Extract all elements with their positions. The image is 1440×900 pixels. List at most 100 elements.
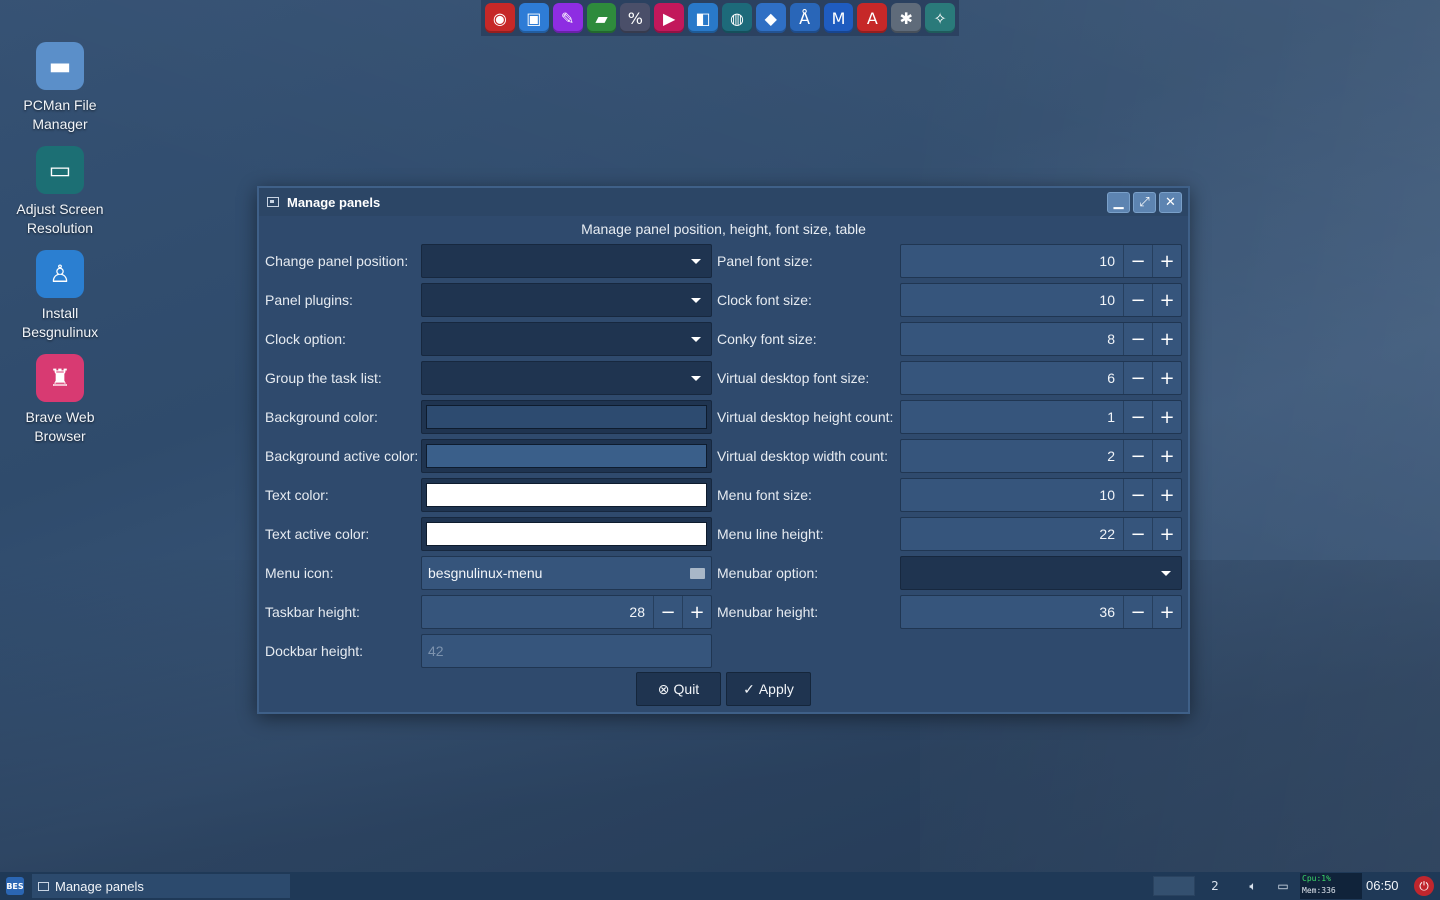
taskbar-height-decrement-button[interactable]: −	[653, 596, 682, 628]
virtual-desktop-width-count-decrement-button[interactable]: −	[1123, 440, 1152, 472]
settings-gears-app-icon[interactable]: ✱	[891, 3, 922, 33]
clock-option-dropdown[interactable]	[421, 322, 712, 356]
screen-capture-app-icon[interactable]: ▣	[518, 3, 549, 33]
text-active-color-picker[interactable]	[421, 517, 712, 551]
apply-button[interactable]: ✓ Apply	[726, 672, 811, 706]
background-color-picker[interactable]	[421, 400, 712, 434]
desktop-icon-install-besgnulinux-icon: ♙	[36, 250, 84, 298]
apply-button-label: Apply	[758, 681, 794, 697]
menu-font-size-increment-button[interactable]: +	[1152, 479, 1181, 511]
virtual-desktop-width-count-increment-button[interactable]: +	[1152, 440, 1181, 472]
web-browser-app-icon[interactable]: ◍	[722, 3, 752, 33]
notes-app-icon[interactable]: ▰	[586, 3, 617, 33]
taskbar-clock[interactable]: 06:50	[1366, 872, 1399, 900]
store-bag-app-icon[interactable]: ◆	[755, 3, 786, 33]
menu-font-size-spinner[interactable]: 10 − +	[900, 478, 1182, 512]
menu-icon-value: besgnulinux-menu	[428, 565, 543, 581]
panel-font-size-spinner[interactable]: 10 − +	[900, 244, 1182, 278]
clock-font-size-spinner[interactable]: 10 − +	[900, 283, 1182, 317]
menubar-height-spinner[interactable]: 36 − +	[900, 595, 1182, 629]
label-conky-font-size: Conky font size:	[717, 331, 817, 347]
label-virtual-desktop-font-size: Virtual desktop font size:	[717, 370, 870, 386]
virtual-desktop-font-size-decrement-button[interactable]: −	[1123, 362, 1152, 394]
panel-plugins-dropdown[interactable]	[421, 283, 712, 317]
virtual-desktop-height-count-spinner[interactable]: 1 − +	[900, 400, 1182, 434]
conky-font-size-value[interactable]: 8	[901, 331, 1123, 347]
desktop-icon-adjust-screen-resolution-icon: ▭	[36, 146, 84, 194]
display-icon[interactable]: ▭	[1273, 872, 1293, 900]
taskbar-height-spinner[interactable]: 28 − +	[421, 595, 712, 629]
maximize-button[interactable]: ⤢	[1133, 191, 1156, 213]
virtual-desktop-width-count-spinner[interactable]: 2 − +	[900, 439, 1182, 473]
panel-font-size-decrement-button[interactable]: −	[1123, 245, 1152, 277]
group-task-list-dropdown[interactable]	[421, 361, 712, 395]
taskbar-task-manage-panels[interactable]: Manage panels	[32, 874, 290, 898]
background-active-color-picker[interactable]	[421, 439, 712, 473]
text-editor-app-icon[interactable]: ✎	[552, 3, 583, 33]
music-app-icon[interactable]: M	[823, 3, 854, 33]
desktop-icon-install-besgnulinux[interactable]: ♙ Install Besgnulinux	[8, 250, 112, 342]
folder-icon[interactable]	[690, 568, 705, 579]
window-titlebar[interactable]: Manage panels ▁ ⤢ ✕	[259, 188, 1188, 216]
workspace-pager-2[interactable]: 2	[1205, 872, 1225, 900]
close-icon: ✕	[1165, 194, 1176, 210]
label-virtual-desktop-height-count: Virtual desktop height count:	[717, 409, 894, 425]
virtual-desktop-font-size-spinner[interactable]: 6 − +	[900, 361, 1182, 395]
minimize-button[interactable]: ▁	[1107, 191, 1130, 213]
cpu-usage: Cpu:1%	[1302, 874, 1331, 883]
virtual-desktop-height-count-value[interactable]: 1	[901, 409, 1123, 425]
text-color-swatch	[426, 483, 707, 507]
media-player-app-icon[interactable]: ▶	[654, 3, 685, 33]
checkmark-icon: ✓	[743, 680, 755, 697]
virtual-desktop-height-count-increment-button[interactable]: +	[1152, 401, 1181, 433]
menu-line-height-increment-button[interactable]: +	[1152, 518, 1181, 550]
menubar-option-dropdown[interactable]	[900, 556, 1182, 590]
text-color-picker[interactable]	[421, 478, 712, 512]
desktop-icon-pcman-file-manager[interactable]: ▬ PCMan File Manager	[8, 42, 112, 134]
desktop-icon-brave-web-browser[interactable]: ♜ Brave Web Browser	[8, 354, 112, 446]
conky-font-size-decrement-button[interactable]: −	[1123, 323, 1152, 355]
power-button[interactable]: ⏻	[1414, 876, 1434, 896]
panel-font-size-value[interactable]: 10	[901, 253, 1123, 269]
cleaner-broom-app-icon[interactable]: ✧	[925, 3, 956, 33]
conky-font-size-increment-button[interactable]: +	[1152, 323, 1181, 355]
clock-font-size-decrement-button[interactable]: −	[1123, 284, 1152, 316]
virtual-desktop-width-count-value[interactable]: 2	[901, 448, 1123, 464]
menu-line-height-spinner[interactable]: 22 − +	[900, 517, 1182, 551]
quit-button[interactable]: ⊗ Quit	[636, 672, 721, 706]
document-viewer-app-icon[interactable]: ◧	[688, 3, 718, 33]
panel-position-dropdown[interactable]	[421, 244, 712, 278]
chevron-down-icon	[691, 336, 701, 342]
installer-app-icon[interactable]: Å	[789, 3, 820, 33]
menu-line-height-decrement-button[interactable]: −	[1123, 518, 1152, 550]
menu-font-size-decrement-button[interactable]: −	[1123, 479, 1152, 511]
label-dockbar-height: Dockbar height:	[265, 643, 364, 659]
menubar-height-decrement-button[interactable]: −	[1123, 596, 1152, 628]
conky-font-size-spinner[interactable]: 8 − +	[900, 322, 1182, 356]
menu-line-height-value[interactable]: 22	[901, 526, 1123, 542]
panel-font-size-increment-button[interactable]: +	[1152, 245, 1181, 277]
close-button[interactable]: ✕	[1159, 191, 1182, 213]
taskbar-height-increment-button[interactable]: +	[682, 596, 711, 628]
percent-app-icon[interactable]: %	[620, 3, 651, 33]
clock-font-size-increment-button[interactable]: +	[1152, 284, 1181, 316]
label-panel-font-size: Panel font size:	[717, 253, 813, 269]
window-app-icon	[267, 197, 279, 207]
taskbar-height-value[interactable]: 28	[422, 604, 653, 620]
menu-font-size-value[interactable]: 10	[901, 487, 1123, 503]
virtual-desktop-font-size-value[interactable]: 6	[901, 370, 1123, 386]
virtual-desktop-height-count-decrement-button[interactable]: −	[1123, 401, 1152, 433]
menu-icon-field[interactable]: besgnulinux-menu	[421, 556, 712, 590]
desktop-icon-adjust-screen-resolution[interactable]: ▭ Adjust Screen Resolution	[8, 146, 112, 238]
start-menu-button[interactable]: BES	[6, 877, 24, 895]
taskbar-task-label: Manage panels	[55, 878, 144, 894]
volume-icon[interactable]: 🔈︎	[1243, 872, 1263, 900]
menubar-height-increment-button[interactable]: +	[1152, 596, 1181, 628]
clock-font-size-value[interactable]: 10	[901, 292, 1123, 308]
lifebuoy-app-icon[interactable]: ◉	[484, 3, 515, 33]
workspace-pager-1[interactable]	[1153, 876, 1195, 896]
virtual-desktop-font-size-increment-button[interactable]: +	[1152, 362, 1181, 394]
menubar-height-value[interactable]: 36	[901, 604, 1123, 620]
label-clock-font-size: Clock font size:	[717, 292, 812, 308]
font-app-icon[interactable]: A	[857, 3, 888, 33]
